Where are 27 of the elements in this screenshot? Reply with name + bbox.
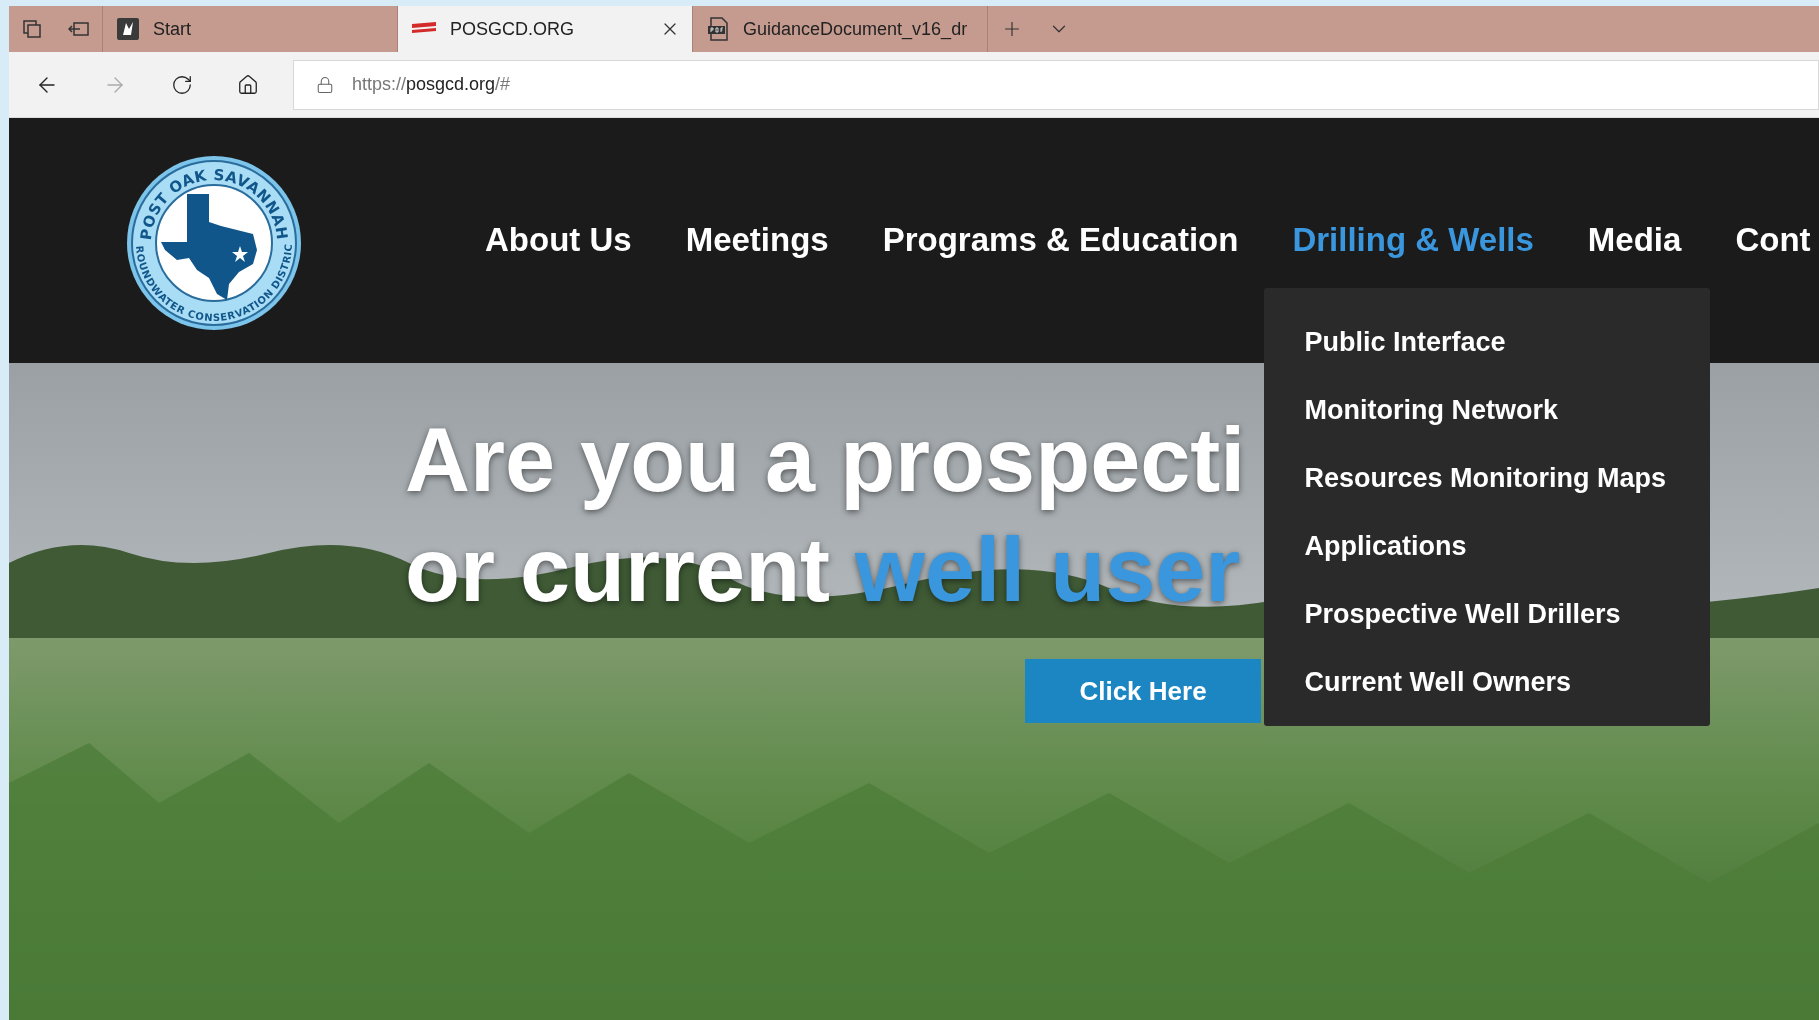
pdf-file-icon bbox=[707, 17, 729, 41]
tab-title: Start bbox=[153, 17, 192, 41]
dropdown-item[interactable]: Prospective Well Drillers bbox=[1304, 593, 1671, 634]
dropdown-item[interactable]: Current Well Owners bbox=[1304, 661, 1671, 702]
stacked-windows-icon bbox=[22, 19, 42, 39]
refresh-icon bbox=[171, 73, 193, 96]
lock-icon bbox=[316, 75, 334, 94]
nav-link[interactable]: Media bbox=[1587, 220, 1682, 258]
dropdown-item[interactable]: Applications bbox=[1304, 525, 1671, 566]
dropdown-item[interactable]: Resources Monitoring Maps bbox=[1304, 457, 1671, 498]
home-icon bbox=[237, 73, 259, 96]
set-aside-icon bbox=[67, 21, 90, 37]
nav-link[interactable]: Drilling & Wells bbox=[1292, 220, 1534, 258]
site-favicon-icon bbox=[412, 22, 436, 36]
nav-link[interactable]: About Us bbox=[485, 220, 632, 258]
start-page-icon bbox=[117, 18, 139, 40]
nav-link[interactable]: Meetings bbox=[685, 220, 829, 258]
click-here-button[interactable]: Click Here bbox=[1025, 659, 1261, 723]
browser-tab[interactable]: POSGCD.ORG bbox=[398, 6, 693, 52]
tab-title: POSGCD.ORG bbox=[450, 17, 575, 41]
nav-link[interactable]: Programs & Education bbox=[882, 220, 1239, 258]
url-text: https://posgcd.org/# bbox=[352, 73, 511, 96]
address-field[interactable]: https://posgcd.org/# bbox=[293, 59, 1819, 110]
tab-title: GuidanceDocument_v16_dr bbox=[743, 17, 969, 42]
dropdown-item[interactable]: Monitoring Network bbox=[1304, 389, 1671, 430]
nav-link[interactable]: Cont bbox=[1735, 220, 1811, 258]
dropdown-item[interactable]: Public Interface bbox=[1304, 321, 1671, 362]
